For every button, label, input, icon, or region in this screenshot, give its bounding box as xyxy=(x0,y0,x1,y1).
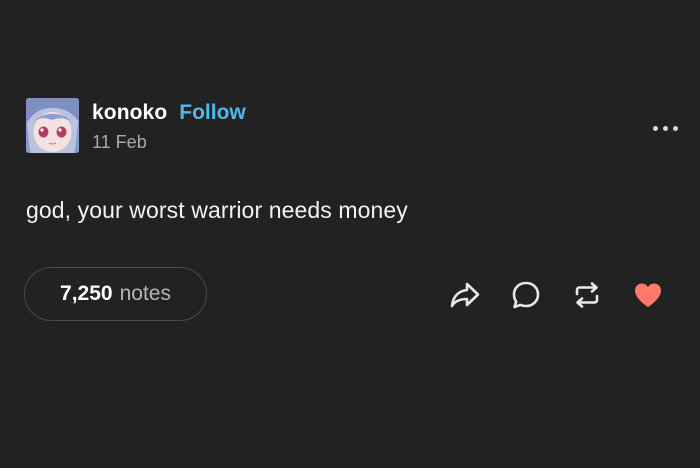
heart-icon[interactable] xyxy=(631,278,665,312)
post-card: konoko Follow 11 Feb god, your worst war… xyxy=(0,0,700,468)
post-header: konoko Follow 11 Feb xyxy=(26,98,246,153)
post-actions xyxy=(448,278,665,312)
avatar[interactable] xyxy=(26,98,79,153)
reblog-icon[interactable] xyxy=(570,278,604,312)
post-meta: konoko Follow 11 Feb xyxy=(92,101,246,153)
notes-label: notes xyxy=(119,282,171,305)
more-dot xyxy=(673,126,678,131)
notes-button[interactable]: 7,250 notes xyxy=(24,267,207,321)
name-row: konoko Follow xyxy=(92,101,246,125)
post-date: 11 Feb xyxy=(92,132,147,152)
username[interactable]: konoko xyxy=(92,101,167,125)
more-dot xyxy=(663,126,668,131)
post-text: god, your worst warrior needs money xyxy=(26,197,408,223)
share-icon[interactable] xyxy=(448,278,482,312)
more-options-icon[interactable] xyxy=(653,126,678,131)
follow-button[interactable]: Follow xyxy=(179,101,246,125)
more-dot xyxy=(653,126,658,131)
notes-count: 7,250 xyxy=(60,282,113,305)
reply-icon[interactable] xyxy=(509,278,543,312)
